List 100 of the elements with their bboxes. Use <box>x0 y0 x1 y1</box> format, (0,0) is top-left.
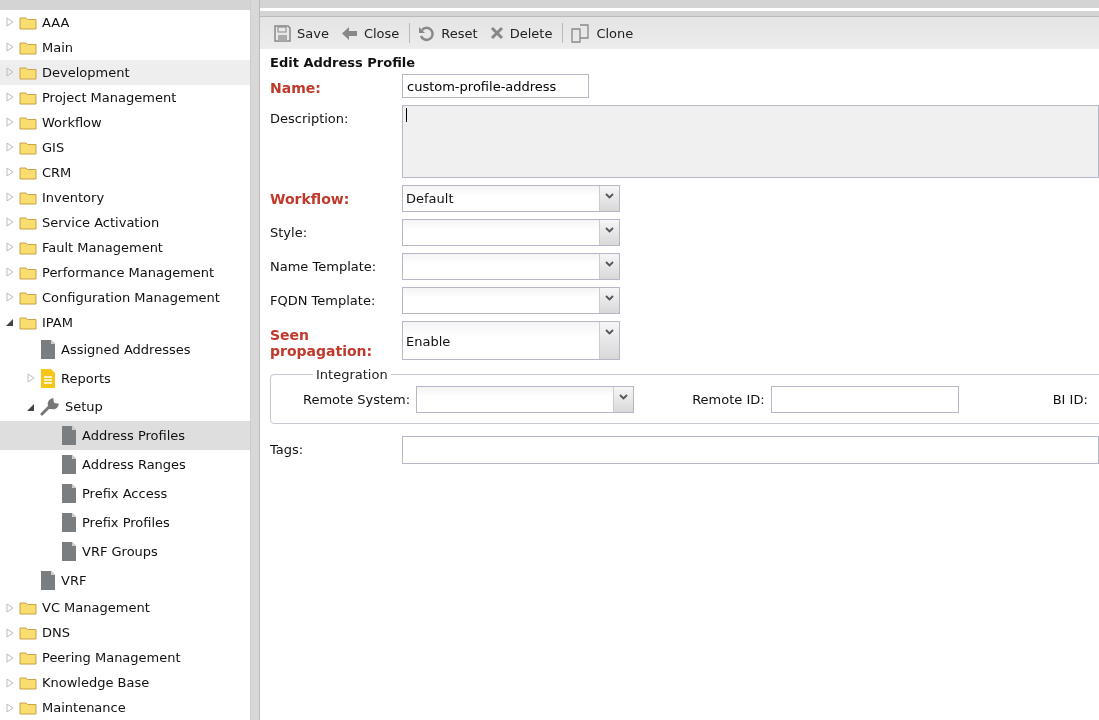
tree-item[interactable]: Main <box>0 34 250 60</box>
tree-item[interactable]: Address Ranges <box>0 450 250 480</box>
folder-icon <box>19 15 37 30</box>
tree-item[interactable]: IPAM <box>0 309 250 335</box>
field-label: Style: <box>270 224 309 240</box>
splitter-bar[interactable] <box>251 0 259 720</box>
collapsed-triangle-icon[interactable] <box>6 67 14 78</box>
form-title: Edit Address Profile <box>270 55 417 70</box>
collapsed-triangle-icon[interactable] <box>6 117 14 128</box>
folder-icon <box>19 89 37 105</box>
tree-item[interactable]: Inventory <box>0 184 250 210</box>
tree-item[interactable]: Performance Management <box>0 259 250 285</box>
collapsed-triangle-icon[interactable] <box>6 602 14 613</box>
collapsed-triangle-icon[interactable] <box>6 167 14 178</box>
collapsed-triangle-icon[interactable] <box>6 292 14 303</box>
tags-field[interactable] <box>402 436 1099 464</box>
folder-icon <box>19 650 37 666</box>
tree-item[interactable]: Peering Management <box>0 645 250 671</box>
document-icon <box>61 425 77 447</box>
dropdown-field[interactable] <box>416 386 635 413</box>
collapsed-triangle-icon[interactable] <box>6 217 14 228</box>
dropdown-field[interactable]: Default <box>402 185 620 212</box>
folder-icon <box>19 600 37 616</box>
folder-icon <box>19 114 37 130</box>
toolbar-button[interactable]: Save <box>270 21 335 45</box>
field-label: Remote System: <box>303 392 411 407</box>
toolbar-button[interactable]: Clone <box>567 20 640 46</box>
tree-item[interactable]: AAA <box>0 10 250 35</box>
tree-item[interactable]: Configuration Management <box>0 284 250 310</box>
collapsed-triangle-icon[interactable] <box>6 627 14 638</box>
group-legend: Integration <box>313 367 391 382</box>
wrench-icon <box>40 396 60 417</box>
document-icon <box>61 512 77 534</box>
document-icon <box>61 483 77 505</box>
field-label: Workflow: <box>270 190 351 207</box>
field-label: BI ID: <box>1052 392 1088 407</box>
tree-item[interactable]: Development <box>0 59 250 85</box>
dropdown-field[interactable]: Enable <box>402 321 620 360</box>
dropdown-field[interactable] <box>402 219 620 246</box>
text-field[interactable] <box>770 386 959 413</box>
field-label: Seen propagation: <box>270 326 374 359</box>
tree-item[interactable]: GIS <box>0 134 250 160</box>
close-icon <box>489 26 504 40</box>
collapsed-triangle-icon[interactable] <box>6 42 14 53</box>
field-label: Name: <box>270 79 322 96</box>
tree-item[interactable]: Knowledge Base <box>0 670 250 696</box>
tree-item[interactable]: Workflow <box>0 109 250 135</box>
tree-item[interactable]: DNS <box>0 620 250 646</box>
tree-item[interactable]: VC Management <box>0 595 250 621</box>
tree-item[interactable]: Reports <box>0 363 250 393</box>
collapsed-triangle-icon[interactable] <box>6 92 14 103</box>
undo-icon <box>418 24 436 42</box>
folder-icon <box>19 189 37 205</box>
folder-icon <box>19 264 37 280</box>
field-label: Remote ID: <box>692 392 765 407</box>
folder-icon <box>19 239 37 255</box>
expanded-triangle-icon[interactable] <box>6 317 14 328</box>
arrow-left-icon <box>340 25 358 41</box>
tree-item[interactable]: Prefix Access <box>0 479 250 509</box>
tree-item[interactable]: Maintenance <box>0 695 250 720</box>
collapsed-triangle-icon[interactable] <box>6 242 14 253</box>
document-lines-icon <box>40 367 56 389</box>
toolbar-button[interactable]: Delete <box>485 22 559 44</box>
tree-item[interactable]: CRM <box>0 159 250 185</box>
folder-icon <box>19 214 37 230</box>
document-icon <box>61 454 77 476</box>
tree-item[interactable]: Setup <box>0 392 250 422</box>
folder-icon <box>19 314 37 330</box>
collapsed-triangle-icon[interactable] <box>27 373 35 383</box>
description-field[interactable] <box>402 105 1099 178</box>
text-field[interactable]: custom-profile-address <box>402 74 589 98</box>
copy-icon <box>571 23 591 43</box>
collapsed-triangle-icon[interactable] <box>6 267 14 278</box>
collapsed-triangle-icon[interactable] <box>6 17 14 28</box>
folder-icon <box>19 675 37 691</box>
folder-icon <box>19 289 37 305</box>
tree-item[interactable]: VRF <box>0 566 250 596</box>
collapsed-triangle-icon[interactable] <box>6 652 14 663</box>
collapsed-triangle-icon[interactable] <box>6 677 14 688</box>
field-label: Tags: <box>270 441 305 457</box>
tree-item[interactable]: Project Management <box>0 84 250 110</box>
tree-item[interactable]: Service Activation <box>0 209 250 235</box>
tree-item[interactable]: Address Profiles <box>0 421 250 451</box>
toolbar-button[interactable]: Close <box>336 22 406 44</box>
field-label: FQDN Template: <box>270 292 377 308</box>
tree-item[interactable]: Prefix Profiles <box>0 508 250 538</box>
tree-item[interactable]: Assigned Addresses <box>0 334 250 364</box>
toolbar-button[interactable]: Reset <box>414 21 484 45</box>
tree-item[interactable]: Fault Management <box>0 234 250 260</box>
collapsed-triangle-icon[interactable] <box>6 192 14 203</box>
tree-item[interactable]: VRF Groups <box>0 537 250 567</box>
document-icon <box>61 541 77 563</box>
collapsed-triangle-icon[interactable] <box>6 702 14 713</box>
dropdown-field[interactable] <box>402 253 620 280</box>
folder-icon <box>19 625 37 641</box>
folder-icon <box>19 39 37 55</box>
dropdown-field[interactable] <box>402 287 620 314</box>
collapsed-triangle-icon[interactable] <box>6 142 14 153</box>
folder-icon <box>19 64 37 80</box>
field-label: Description: <box>270 110 350 126</box>
